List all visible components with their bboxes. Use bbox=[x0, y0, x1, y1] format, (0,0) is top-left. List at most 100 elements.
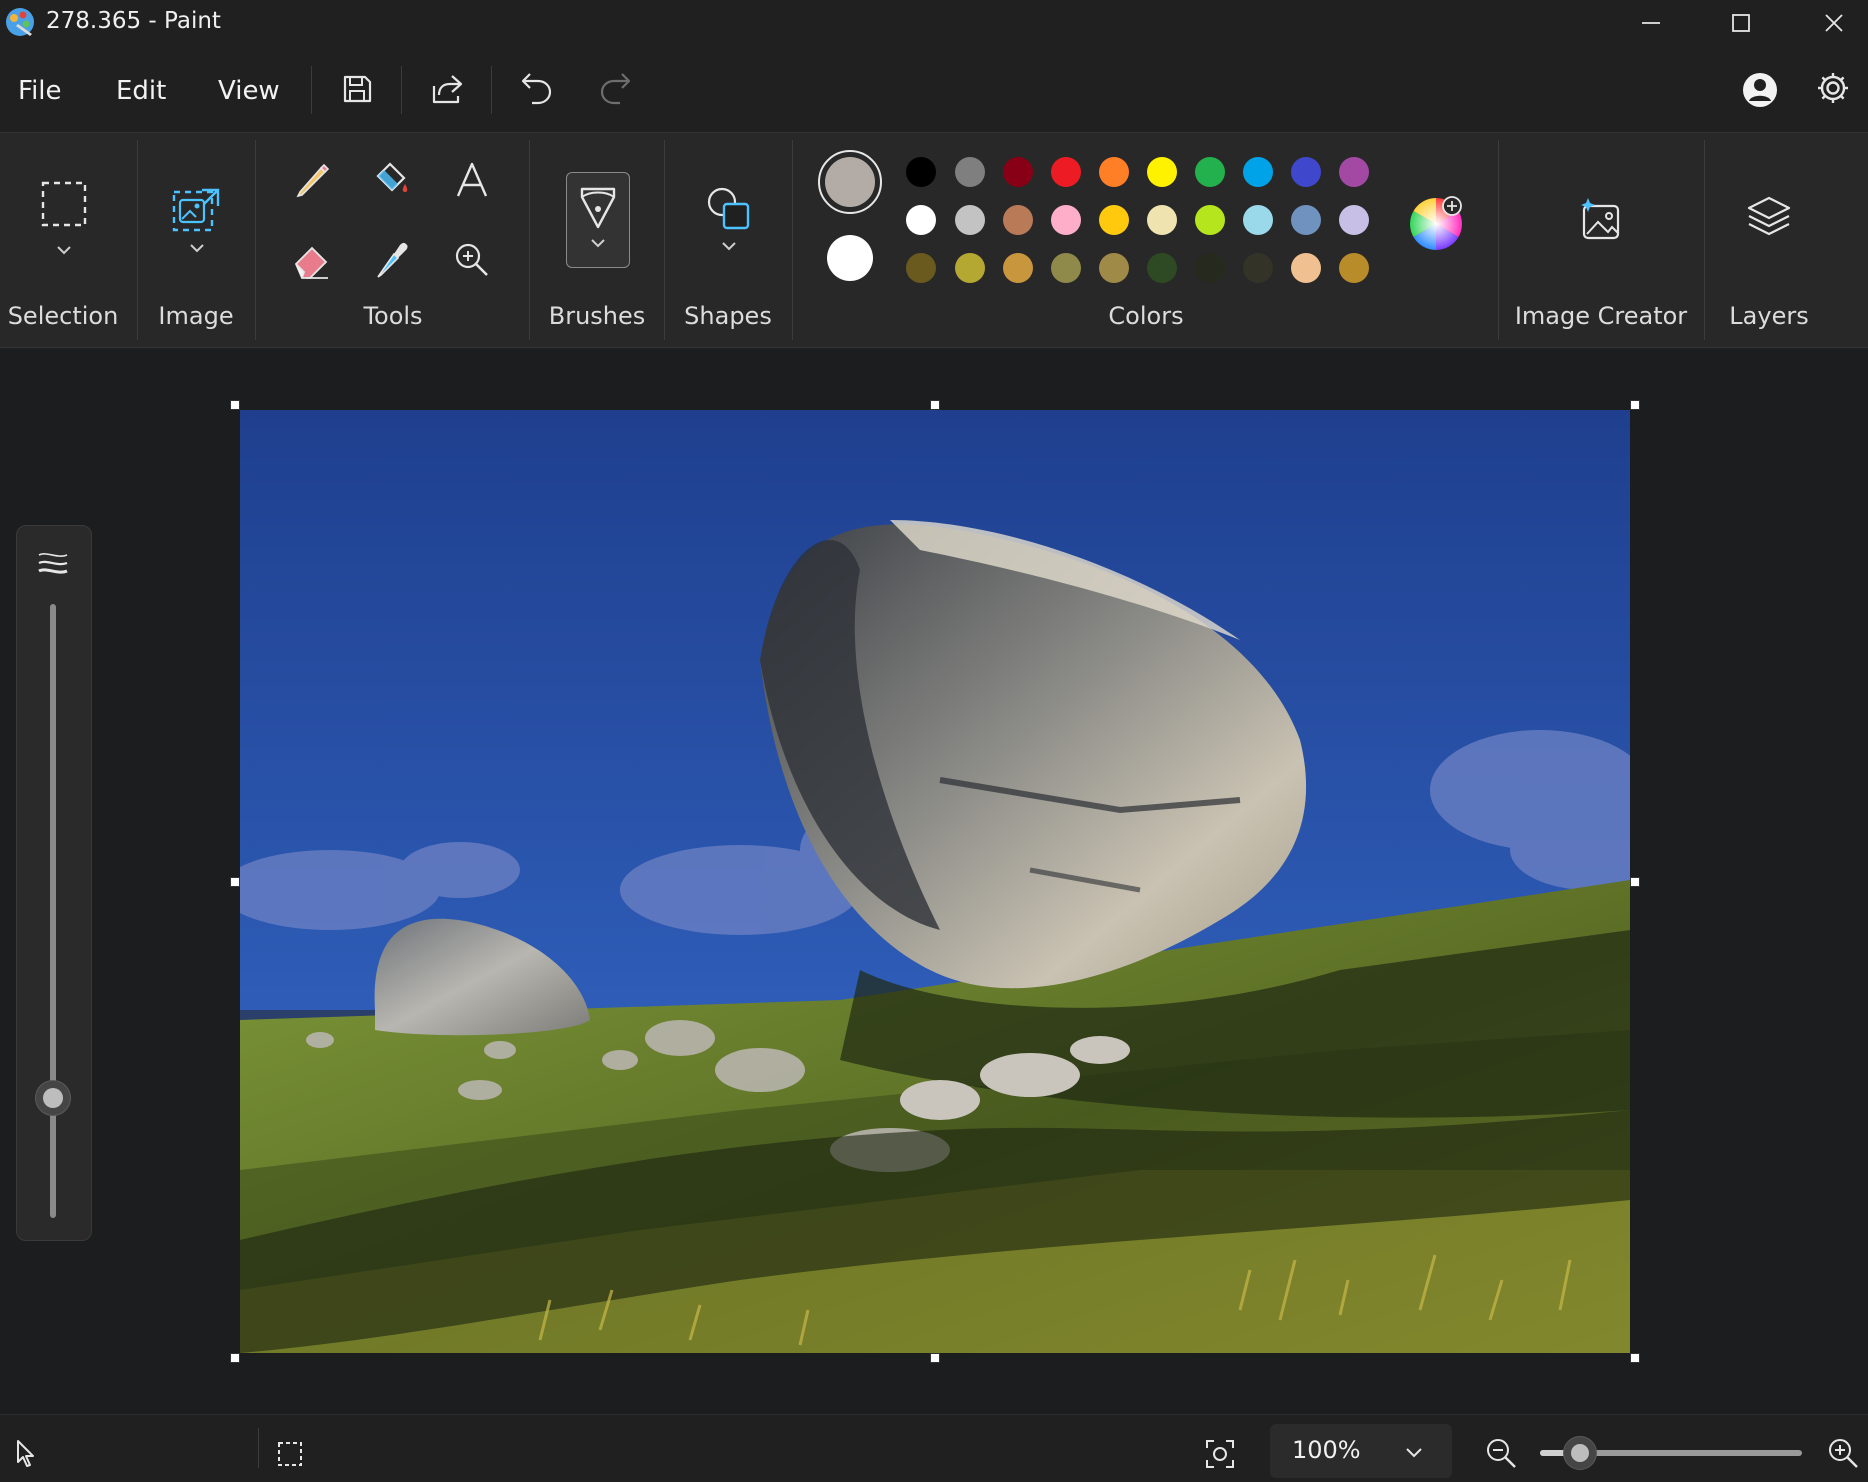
window-title: 278.365 - Paint bbox=[46, 8, 221, 34]
palette-color-swatch[interactable] bbox=[955, 205, 985, 235]
palette-color-swatch[interactable] bbox=[1099, 253, 1129, 283]
selection-tool-button[interactable] bbox=[40, 180, 88, 228]
zoom-level-value: 100% bbox=[1292, 1436, 1361, 1464]
resize-handle-bottom[interactable] bbox=[930, 1353, 940, 1363]
palette-color-swatch[interactable] bbox=[1147, 253, 1177, 283]
palette-color-swatch[interactable] bbox=[1099, 157, 1129, 187]
maximize-button[interactable] bbox=[1695, 0, 1787, 46]
group-separator bbox=[1704, 140, 1705, 340]
brushes-group-label: Brushes bbox=[548, 302, 646, 330]
zoom-slider-thumb[interactable] bbox=[1563, 1436, 1597, 1470]
palette-color-swatch[interactable] bbox=[955, 253, 985, 283]
palette-color-swatch[interactable] bbox=[1195, 157, 1225, 187]
palette-color-swatch[interactable] bbox=[1339, 205, 1369, 235]
color-picker-tool[interactable] bbox=[372, 240, 412, 280]
palette-color-swatch[interactable] bbox=[1003, 205, 1033, 235]
palette-color-swatch[interactable] bbox=[1099, 205, 1129, 235]
image-creator-group-label: Image Creator bbox=[1514, 302, 1688, 330]
selection-size-icon bbox=[276, 1440, 304, 1468]
secondary-color-selector[interactable] bbox=[827, 235, 873, 281]
fit-to-window-button[interactable] bbox=[1204, 1438, 1236, 1470]
resize-handle-top-right[interactable] bbox=[1630, 400, 1640, 410]
fill-tool[interactable] bbox=[372, 160, 412, 200]
colors-group-label: Colors bbox=[1108, 302, 1184, 330]
close-button[interactable] bbox=[1788, 0, 1868, 46]
edit-colors-button[interactable] bbox=[1408, 194, 1466, 252]
resize-handle-top-left[interactable] bbox=[230, 400, 240, 410]
palette-color-swatch[interactable] bbox=[1339, 157, 1369, 187]
zoom-in-button[interactable] bbox=[1826, 1436, 1860, 1470]
menu-file[interactable]: File bbox=[18, 76, 62, 106]
pointer-icon bbox=[14, 1438, 40, 1468]
resize-handle-top[interactable] bbox=[930, 400, 940, 410]
save-button[interactable] bbox=[340, 72, 374, 106]
undo-button[interactable] bbox=[520, 70, 554, 106]
brush-size-slider-track[interactable] bbox=[50, 604, 56, 1218]
pencil-tool[interactable] bbox=[292, 160, 332, 200]
zoom-in-icon bbox=[1829, 1439, 1858, 1468]
palette-color-swatch[interactable] bbox=[1291, 157, 1321, 187]
palette-color-swatch[interactable] bbox=[1291, 253, 1321, 283]
palette-color-swatch[interactable] bbox=[1243, 205, 1273, 235]
image-dropdown[interactable] bbox=[188, 242, 206, 254]
brush-size-slider-thumb[interactable] bbox=[35, 1080, 71, 1116]
slider-thumb-dot bbox=[1571, 1444, 1589, 1462]
menu-bar bbox=[0, 46, 1868, 132]
palette-color-swatch[interactable] bbox=[906, 205, 936, 235]
palette-color-swatch[interactable] bbox=[1147, 157, 1177, 187]
palette-color-swatch[interactable] bbox=[1243, 253, 1273, 283]
image-resize-icon bbox=[172, 188, 220, 232]
palette-color-swatch[interactable] bbox=[906, 253, 936, 283]
drawing-canvas[interactable] bbox=[240, 410, 1630, 1353]
palette-color-swatch[interactable] bbox=[1003, 253, 1033, 283]
palette-color-swatch[interactable] bbox=[1195, 205, 1225, 235]
minimize-button[interactable] bbox=[1605, 0, 1697, 46]
brushes-button[interactable] bbox=[566, 172, 630, 268]
menu-edit[interactable]: Edit bbox=[116, 76, 166, 106]
toolbar-separator bbox=[491, 66, 492, 114]
resize-handle-left[interactable] bbox=[230, 877, 240, 887]
palette-color-swatch[interactable] bbox=[1051, 253, 1081, 283]
palette-color-swatch[interactable] bbox=[1195, 253, 1225, 283]
palette-color-swatch[interactable] bbox=[906, 157, 936, 187]
zoom-out-button[interactable] bbox=[1484, 1436, 1518, 1470]
resize-handle-right[interactable] bbox=[1630, 877, 1640, 887]
image-tool-button[interactable] bbox=[172, 184, 222, 234]
save-icon bbox=[343, 75, 372, 103]
redo-button[interactable] bbox=[598, 70, 632, 106]
image-creator-button[interactable] bbox=[1578, 196, 1624, 242]
minimize-icon bbox=[1642, 22, 1660, 24]
shapes-button[interactable] bbox=[706, 186, 752, 232]
layers-button[interactable] bbox=[1746, 194, 1792, 240]
share-button[interactable] bbox=[430, 72, 464, 106]
selection-dropdown[interactable] bbox=[55, 244, 73, 256]
palette-color-swatch[interactable] bbox=[1339, 253, 1369, 283]
paint-app-icon bbox=[4, 6, 36, 38]
text-tool[interactable] bbox=[452, 160, 492, 200]
palette-color-swatch[interactable] bbox=[1243, 157, 1273, 187]
resize-handle-bottom-left[interactable] bbox=[230, 1353, 240, 1363]
resize-handle-bottom-right[interactable] bbox=[1630, 1353, 1640, 1363]
account-button[interactable] bbox=[1742, 72, 1778, 108]
primary-color-selector[interactable] bbox=[818, 150, 882, 214]
chevron-down-icon bbox=[57, 246, 71, 255]
menu-view[interactable]: View bbox=[218, 76, 280, 106]
shapes-dropdown[interactable] bbox=[720, 240, 738, 252]
magnifier-tool[interactable] bbox=[452, 240, 492, 280]
palette-color-swatch[interactable] bbox=[1051, 205, 1081, 235]
redo-icon bbox=[600, 73, 631, 105]
palette-color-swatch[interactable] bbox=[1291, 205, 1321, 235]
palette-color-swatch[interactable] bbox=[1147, 205, 1177, 235]
palette-color-swatch[interactable] bbox=[1051, 157, 1081, 187]
palette-color-swatch[interactable] bbox=[955, 157, 985, 187]
palette-color-swatch[interactable] bbox=[1003, 157, 1033, 187]
close-icon bbox=[1825, 14, 1843, 32]
settings-button[interactable] bbox=[1815, 70, 1851, 106]
stroke-width-icon bbox=[36, 550, 70, 576]
group-separator bbox=[664, 140, 665, 340]
status-separator bbox=[258, 1428, 259, 1468]
chevron-down-icon bbox=[190, 244, 204, 253]
eraser-tool[interactable] bbox=[292, 240, 332, 280]
group-separator bbox=[792, 140, 793, 340]
group-separator bbox=[529, 140, 530, 340]
